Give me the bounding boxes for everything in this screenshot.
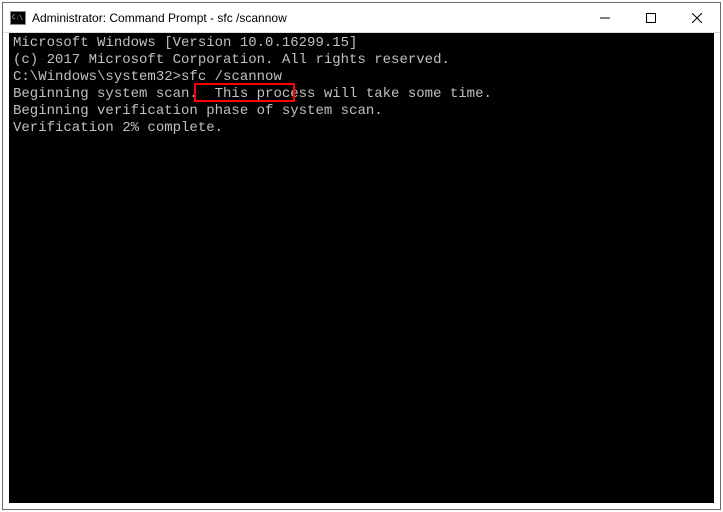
terminal-line: (c) 2017 Microsoft Corporation. All righ…	[13, 52, 710, 69]
maximize-button[interactable]	[628, 3, 674, 32]
window-controls	[582, 3, 720, 32]
window-frame: Administrator: Command Prompt - sfc /sca…	[2, 2, 721, 510]
terminal-prompt-line: C:\Windows\system32>sfc /scannow	[13, 69, 710, 86]
terminal-line: Beginning verification phase of system s…	[13, 103, 710, 120]
minimize-icon	[600, 13, 610, 23]
terminal-line: Verification 2% complete.	[13, 120, 710, 137]
command-text: sfc /scannow	[181, 69, 282, 85]
close-icon	[692, 13, 702, 23]
window-title: Administrator: Command Prompt - sfc /sca…	[32, 11, 582, 25]
cmd-icon	[10, 11, 26, 25]
maximize-icon	[646, 13, 656, 23]
minimize-button[interactable]	[582, 3, 628, 32]
terminal-line: Beginning system scan. This process will…	[13, 86, 710, 103]
titlebar[interactable]: Administrator: Command Prompt - sfc /sca…	[3, 3, 720, 33]
prompt-text: C:\Windows\system32>	[13, 69, 181, 85]
close-button[interactable]	[674, 3, 720, 32]
terminal-line: Microsoft Windows [Version 10.0.16299.15…	[13, 35, 710, 52]
terminal-area[interactable]: Microsoft Windows [Version 10.0.16299.15…	[3, 33, 720, 509]
